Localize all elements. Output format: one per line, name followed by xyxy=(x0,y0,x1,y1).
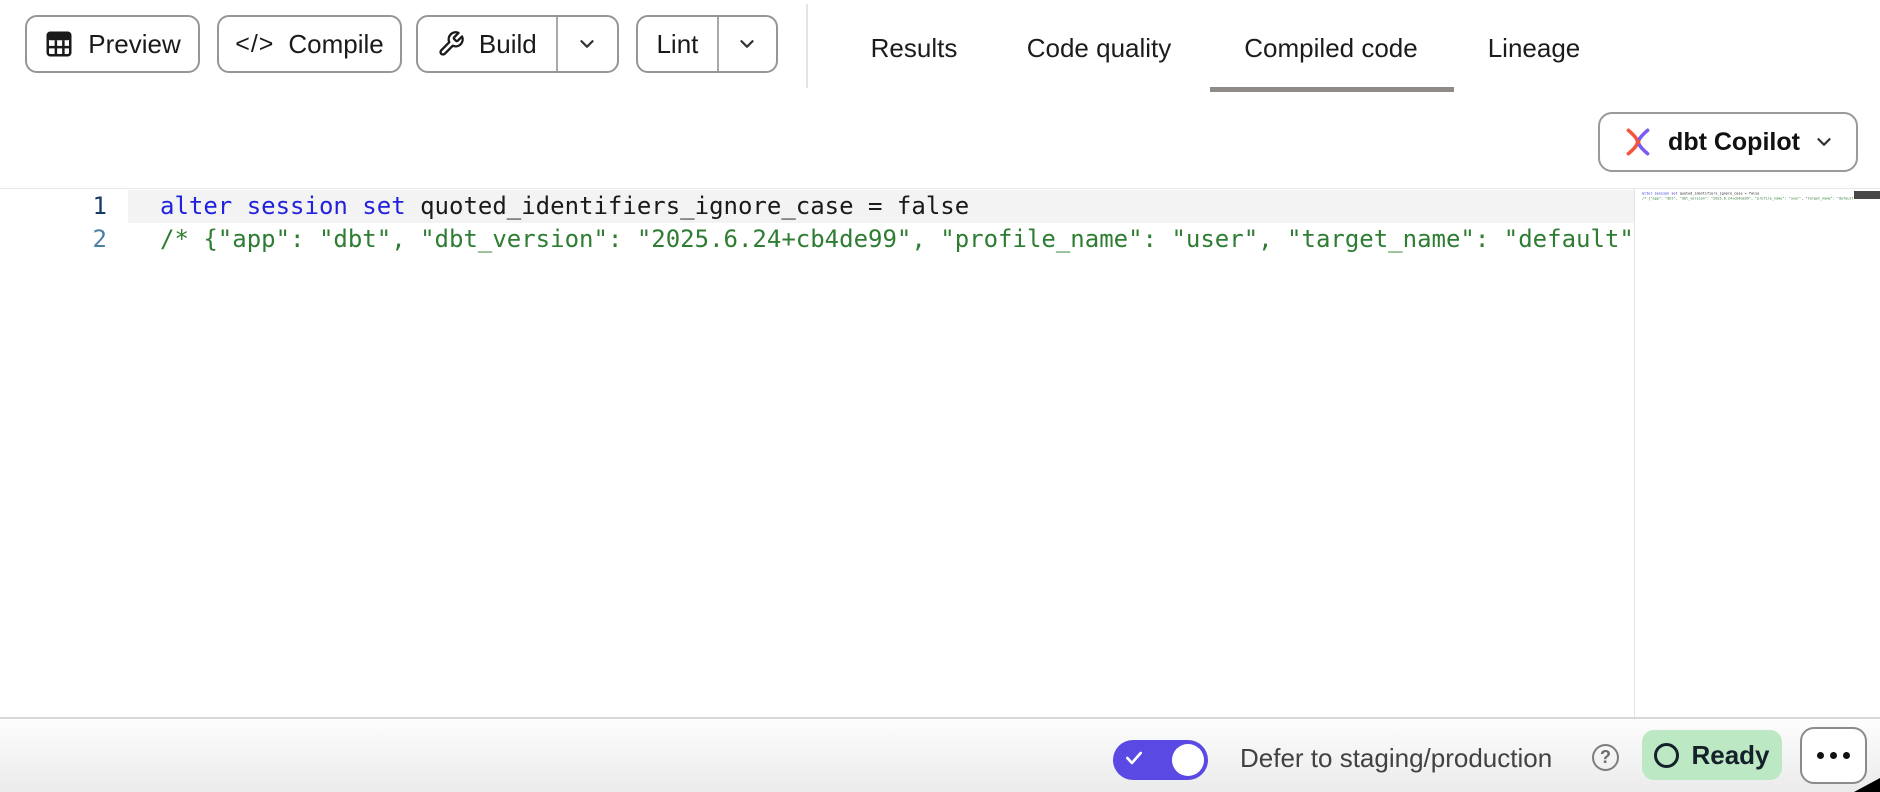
lint-button[interactable]: Lint xyxy=(638,17,717,71)
ellipsis-icon xyxy=(1817,752,1824,759)
editor-minimap[interactable]: alter session set quoted_identifiers_ign… xyxy=(1634,189,1880,718)
question-circle-icon[interactable]: ? xyxy=(1592,744,1619,771)
lint-split-button: Lint xyxy=(636,15,778,73)
lint-dropdown-button[interactable] xyxy=(717,17,776,71)
wrench-icon xyxy=(437,30,465,58)
code-icon: </> xyxy=(235,30,274,59)
dbt-copilot-icon xyxy=(1621,125,1655,159)
build-split-button: Build xyxy=(416,15,619,73)
minimap-line-2: /* {"app": "dbt", "dbt_version": "2025.6… xyxy=(1642,196,1860,201)
defer-label: Defer to staging/production xyxy=(1240,743,1552,774)
ready-label: Ready xyxy=(1691,740,1769,771)
minimap-text: quoted_identifiers_ignore_case = false xyxy=(1678,191,1760,195)
code-line-2: /* {"app": "dbt", "dbt_version": "2025.6… xyxy=(160,223,1634,256)
build-dropdown-button[interactable] xyxy=(556,17,617,71)
tab-results[interactable]: Results xyxy=(871,33,958,64)
status-bar: Defer to staging/production ? Ready xyxy=(0,717,1880,792)
compile-button-label: Compile xyxy=(288,29,383,60)
tab-lineage[interactable]: Lineage xyxy=(1488,33,1581,64)
chevron-down-icon xyxy=(1813,131,1835,153)
code-area[interactable]: alter session set quoted_identifiers_ign… xyxy=(160,190,1634,717)
dbt-ide-page: Preview </> Compile Build Lint Result xyxy=(0,0,1880,792)
mouse-cursor xyxy=(1854,778,1880,792)
line-number: 2 xyxy=(0,223,107,256)
code-line-1: alter session set quoted_identifiers_ign… xyxy=(160,190,1634,223)
preview-button[interactable]: Preview xyxy=(25,15,200,73)
sql-text: quoted_identifiers_ignore_case = false xyxy=(406,192,970,220)
table-icon xyxy=(44,29,74,59)
minimap-text: alter session set xyxy=(1642,191,1678,195)
toolbar-divider xyxy=(806,4,808,88)
sql-comment: /* {"app": "dbt", "dbt_version": "2025.6… xyxy=(160,225,1634,253)
scrollbar-thumb[interactable] xyxy=(1854,191,1880,199)
sql-keyword: alter session set xyxy=(160,192,406,220)
lint-button-label: Lint xyxy=(656,29,698,60)
build-button-label: Build xyxy=(479,29,537,60)
compiled-code-editor[interactable]: 1 2 alter session set quoted_identifiers… xyxy=(0,188,1880,717)
status-ring-icon xyxy=(1654,743,1679,768)
line-number: 1 xyxy=(0,190,107,223)
active-tab-indicator xyxy=(1210,87,1454,92)
tab-code-quality[interactable]: Code quality xyxy=(1027,33,1172,64)
minimap-text: /* {"app": "dbt", "dbt_version": "2025.6… xyxy=(1642,196,1856,200)
minimap-content: alter session set quoted_identifiers_ign… xyxy=(1642,191,1860,201)
chevron-down-icon xyxy=(576,33,598,55)
build-button[interactable]: Build xyxy=(418,17,556,71)
dbt-copilot-label: dbt Copilot xyxy=(1668,128,1800,157)
dbt-copilot-button[interactable]: dbt Copilot xyxy=(1598,112,1858,172)
chevron-down-icon xyxy=(736,33,758,55)
ready-status-badge: Ready xyxy=(1642,730,1782,780)
preview-button-label: Preview xyxy=(88,29,180,60)
compile-button[interactable]: </> Compile xyxy=(217,15,402,73)
defer-toggle[interactable] xyxy=(1113,740,1208,780)
line-number-gutter: 1 2 xyxy=(0,190,107,256)
more-options-button[interactable] xyxy=(1800,727,1867,784)
tab-compiled-code[interactable]: Compiled code xyxy=(1244,33,1417,64)
toggle-knob xyxy=(1172,744,1204,776)
check-icon xyxy=(1124,748,1144,768)
